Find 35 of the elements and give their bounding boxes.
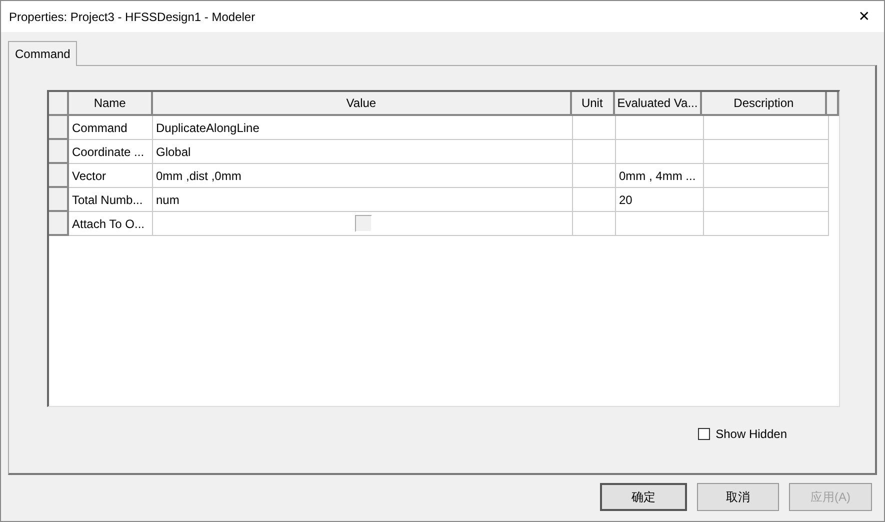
row-header[interactable]: [49, 188, 69, 212]
table-cell: [573, 140, 616, 164]
table-cell: Vector: [69, 164, 153, 188]
table-cell: 0mm , 4mm ...: [616, 164, 704, 188]
table-cell: [573, 116, 616, 140]
row-header[interactable]: [49, 116, 69, 140]
column-header[interactable]: Name: [68, 92, 153, 116]
column-header: [827, 92, 839, 116]
dialog-button[interactable]: 取消: [697, 483, 779, 511]
close-button[interactable]: ✕: [854, 8, 874, 25]
tab[interactable]: Command: [8, 41, 78, 66]
table-cell: num: [153, 188, 573, 212]
table-cell: [573, 188, 616, 212]
checkbox[interactable]: [698, 428, 710, 440]
checkbox-label: Show Hidden: [716, 427, 787, 441]
table-cell: [573, 164, 616, 188]
column-header[interactable]: Evaluated Va...: [614, 92, 702, 116]
table-cell: 0mm ,dist ,0mm: [153, 164, 573, 188]
column-header[interactable]: Unit: [572, 92, 615, 116]
checkbox[interactable]: [354, 215, 372, 232]
table-cell: DuplicateAlongLine: [153, 116, 573, 140]
row-header[interactable]: [49, 164, 69, 188]
row-header[interactable]: [49, 140, 69, 164]
row-header[interactable]: [49, 212, 69, 236]
table-cell: Attach To O...: [69, 212, 153, 236]
dialog-button[interactable]: 确定: [600, 483, 687, 511]
table-cell: Total Numb...: [69, 188, 153, 212]
table-cell: Global: [153, 140, 573, 164]
table-cell: Coordinate ...: [69, 140, 153, 164]
window-title: Properties: Project3 - HFSSDesign1 - Modeler: [9, 10, 256, 24]
column-header[interactable]: Value: [152, 92, 572, 116]
table-cell: Command: [69, 116, 153, 140]
row-header: [49, 92, 69, 116]
column-header[interactable]: Description: [702, 92, 828, 116]
table-cell: 20: [616, 188, 704, 212]
